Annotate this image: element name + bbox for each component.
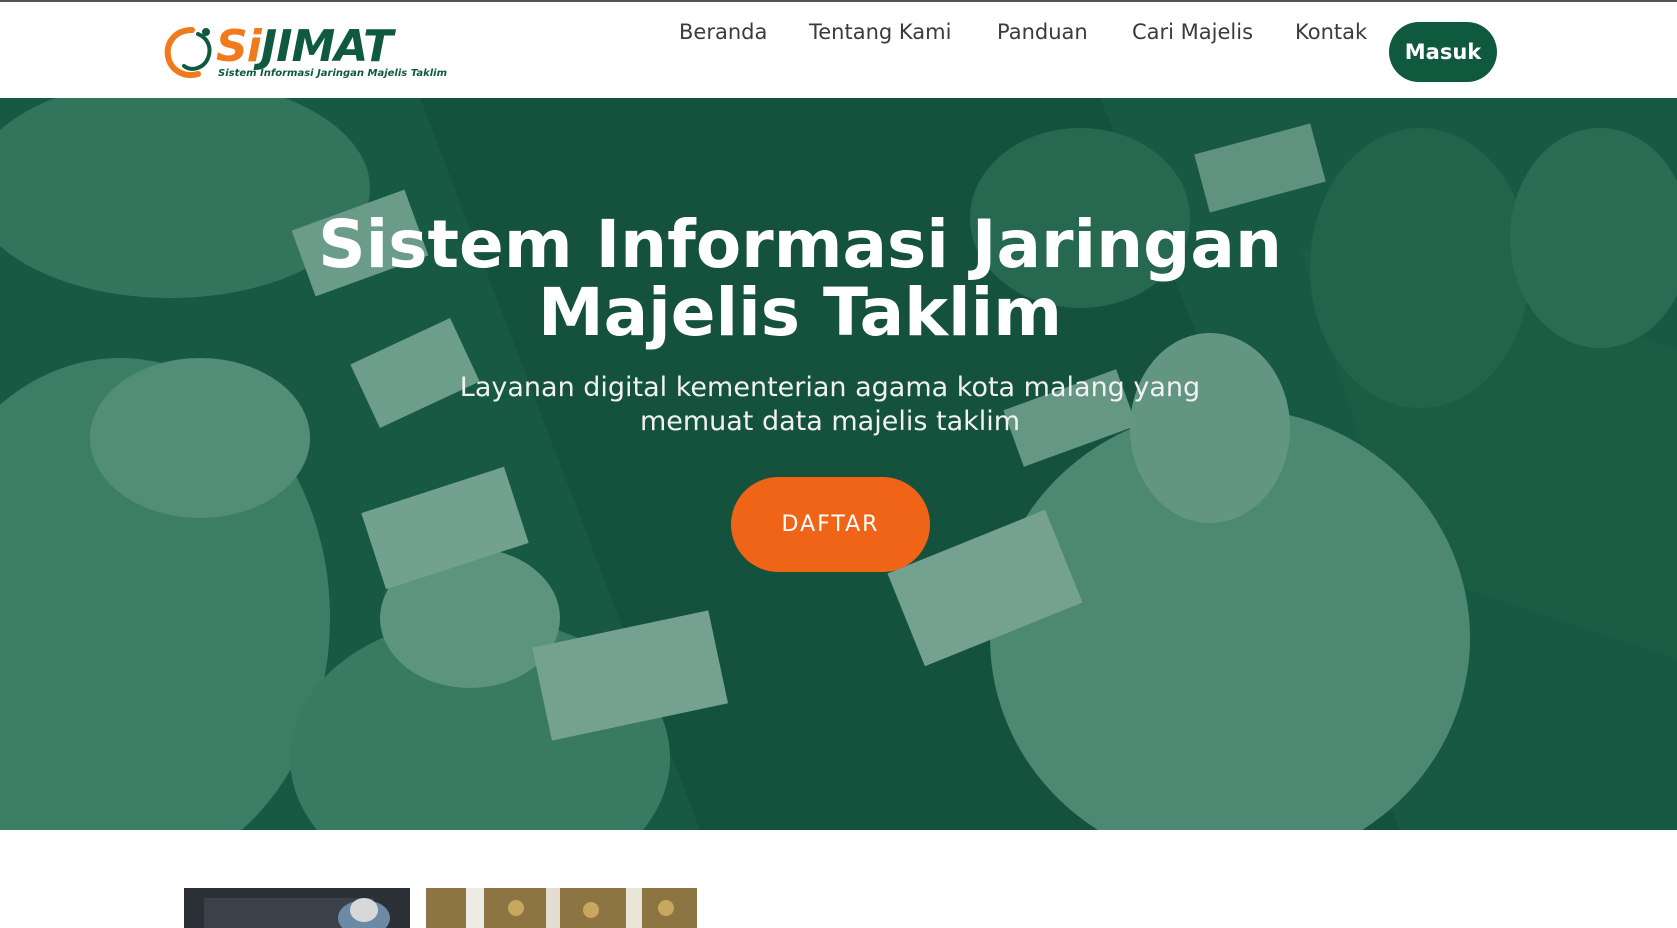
logo-tagline: Sistem Informasi Jaringan Majelis Taklim xyxy=(218,68,448,79)
thumbnail-image-2 xyxy=(426,888,697,928)
hero-subtitle: Layanan digital kementerian agama kota m… xyxy=(459,372,1201,437)
site-header: SiJIMAT Sistem Informasi Jaringan Majeli… xyxy=(0,2,1677,98)
logo-swirl-icon xyxy=(164,27,212,78)
logo-wordmark: SiJIMAT xyxy=(216,21,393,72)
nav-cari-majelis[interactable]: Cari Majelis xyxy=(1132,20,1253,44)
nav-tentang-kami[interactable]: Tentang Kami xyxy=(809,20,951,44)
nav-panduan[interactable]: Panduan xyxy=(997,20,1088,44)
hero-title: Sistem Informasi Jaringan Majelis Taklim xyxy=(318,206,1282,351)
thumbnail-image-1 xyxy=(184,888,410,928)
site-logo[interactable]: SiJIMAT Sistem Informasi Jaringan Majeli… xyxy=(162,20,447,84)
hero-section: Sistem Informasi Jaringan Majelis Taklim … xyxy=(0,98,1677,830)
nav-kontak[interactable]: Kontak xyxy=(1295,20,1367,44)
login-button[interactable]: Masuk xyxy=(1389,22,1497,82)
register-button[interactable]: DAFTAR xyxy=(731,477,930,572)
nav-beranda[interactable]: Beranda xyxy=(679,20,767,44)
